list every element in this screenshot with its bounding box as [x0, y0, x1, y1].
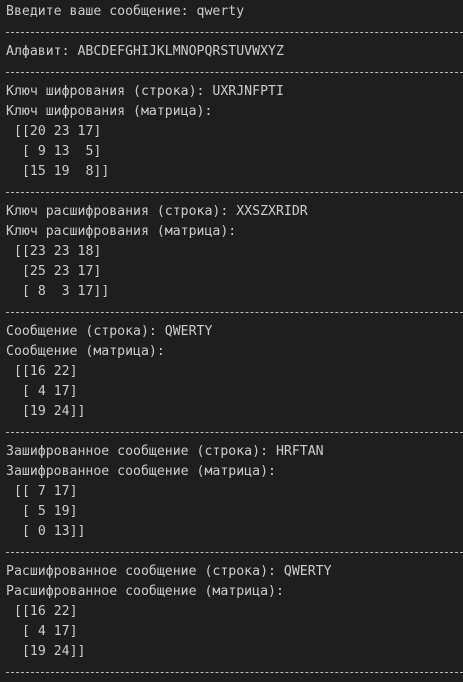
matrix-row: [25 23 17]	[14, 264, 102, 279]
output-line: Алфавит: ABCDEFGHIJKLMNOPQRSTUVWXYZ	[6, 44, 284, 59]
separator-line	[6, 302, 463, 322]
matrix-row: [ 5 19]	[14, 504, 78, 519]
terminal-output[interactable]: Введите ваше сообщение: qwerty Алфавит: A…	[0, 0, 463, 680]
output-line: Зашифрованное сообщение (матрица):	[6, 464, 276, 479]
output-line: Ключ шифрования (матрица):	[6, 104, 213, 119]
matrix-row: [ 0 13]]	[14, 524, 86, 539]
output-line: Ключ шифрования (строка): UXRJNFPTI	[6, 84, 284, 99]
matrix-row: [[ 7 17]	[14, 484, 78, 499]
separator-line	[6, 422, 463, 442]
matrix-row: [[16 22]	[14, 604, 78, 619]
matrix-row: [ 8 3 17]]	[14, 284, 110, 299]
matrix-row: [[16 22]	[14, 364, 78, 379]
output-line: Введите ваше сообщение: qwerty	[6, 4, 245, 19]
output-line: Ключ расшифрования (матрица):	[6, 224, 237, 239]
output-line: Расшифрованное сообщение (матрица):	[6, 584, 284, 599]
output-line: Расшифрованное сообщение (строка): QWERT…	[6, 564, 332, 579]
matrix-row: [ 9 13 5]	[14, 144, 102, 159]
separator-line	[6, 662, 463, 682]
matrix-row: [19 24]]	[14, 644, 86, 659]
matrix-row: [ 4 17]	[14, 624, 78, 639]
separator-line	[6, 62, 463, 82]
separator-line	[6, 22, 463, 42]
matrix-row: [15 19 8]]	[14, 164, 110, 179]
output-line: Сообщение (строка): QWERTY	[6, 324, 213, 339]
matrix-row: [[23 23 18]	[14, 244, 102, 259]
matrix-row: [19 24]]	[14, 404, 86, 419]
output-line: Сообщение (матрица):	[6, 344, 165, 359]
output-line: Ключ расшифрования (строка): XXSZXRIDR	[6, 204, 308, 219]
separator-line	[6, 182, 463, 202]
matrix-row: [ 4 17]	[14, 384, 78, 399]
separator-line	[6, 542, 463, 562]
matrix-row: [[20 23 17]	[14, 124, 102, 139]
output-line: Зашифрованное сообщение (строка): HRFTAN	[6, 444, 324, 459]
